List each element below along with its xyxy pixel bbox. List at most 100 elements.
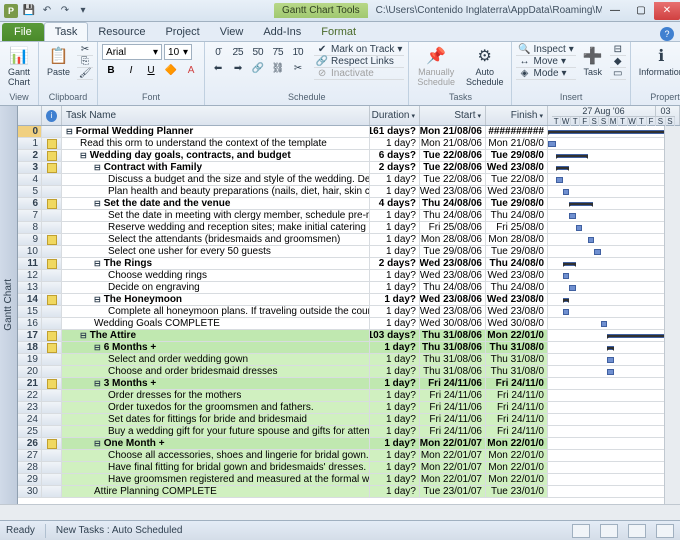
- task-bar[interactable]: [576, 225, 583, 231]
- row-id[interactable]: 26: [18, 438, 42, 449]
- row-finish[interactable]: Tue 29/08/0: [486, 198, 548, 209]
- task-row[interactable]: 19Select and order wedding gown1 day?Thu…: [18, 354, 680, 366]
- row-finish[interactable]: Mon 22/01/0: [486, 330, 548, 341]
- row-finish[interactable]: Mon 22/01/0: [486, 450, 548, 461]
- row-duration[interactable]: 2 days?: [370, 162, 420, 173]
- row-name[interactable]: Discuss a budget and the size and style …: [62, 174, 370, 185]
- collapse-icon[interactable]: ⊟: [94, 199, 101, 208]
- underline-button[interactable]: U: [142, 62, 160, 78]
- row-id[interactable]: 2: [18, 150, 42, 161]
- row-finish[interactable]: Fri 24/11/0: [486, 378, 548, 389]
- task-row[interactable]: 17⊟The Attire103 days?Thu 31/08/06Mon 22…: [18, 330, 680, 342]
- task-row[interactable]: 2⊟Wedding day goals, contracts, and budg…: [18, 150, 680, 162]
- task-row[interactable]: 18⊟6 Months +1 day?Thu 31/08/06Thu 31/08…: [18, 342, 680, 354]
- row-id[interactable]: 24: [18, 414, 42, 425]
- row-name[interactable]: Choose wedding rings: [62, 270, 370, 281]
- row-id[interactable]: 0: [18, 126, 42, 137]
- row-start[interactable]: Fri 24/11/06: [420, 390, 486, 401]
- row-finish[interactable]: Mon 22/01/0: [486, 438, 548, 449]
- row-duration[interactable]: 1 day?: [370, 318, 420, 329]
- row-start[interactable]: Mon 22/01/07: [420, 462, 486, 473]
- outdent-button[interactable]: ⬅: [209, 60, 227, 76]
- col-start[interactable]: Start▾: [420, 106, 486, 125]
- row-start[interactable]: Tue 22/08/06: [420, 150, 486, 161]
- task-bar[interactable]: [594, 249, 601, 255]
- row-duration[interactable]: 1 day?: [370, 270, 420, 281]
- row-id[interactable]: 12: [18, 270, 42, 281]
- row-name[interactable]: Attire Planning COMPLETE: [62, 486, 370, 497]
- milestone-button[interactable]: ◆: [610, 56, 626, 68]
- collapse-icon[interactable]: ⊟: [94, 163, 101, 172]
- task-row[interactable]: 11⊟The Rings2 days?Wed 23/08/06Thu 24/08…: [18, 258, 680, 270]
- task-row[interactable]: 14⊟The Honeymoon1 day?Wed 23/08/06Wed 23…: [18, 294, 680, 306]
- row-name[interactable]: ⊟The Honeymoon: [62, 294, 370, 305]
- row-id[interactable]: 11: [18, 258, 42, 269]
- row-start[interactable]: Tue 23/01/07: [420, 486, 486, 497]
- collapse-icon[interactable]: ⊟: [94, 379, 101, 388]
- row-start[interactable]: Wed 23/08/06: [420, 294, 486, 305]
- row-name[interactable]: Choose and order bridesmaid dresses: [62, 366, 370, 377]
- row-start[interactable]: Wed 23/08/06: [420, 306, 486, 317]
- summary-button[interactable]: ⊟: [610, 44, 626, 56]
- row-duration[interactable]: 1 day?: [370, 354, 420, 365]
- row-name[interactable]: ⊟Contract with Family: [62, 162, 370, 173]
- row-name[interactable]: Buy a wedding gift for your future spous…: [62, 426, 370, 437]
- pct-0-button[interactable]: 0̄: [209, 44, 227, 60]
- copy-button[interactable]: ⎘: [77, 56, 93, 68]
- unlink-button[interactable]: ⛓: [269, 60, 287, 76]
- row-start[interactable]: Thu 31/08/06: [420, 330, 486, 341]
- undo-icon[interactable]: ↶: [40, 4, 54, 18]
- row-duration[interactable]: 1 day?: [370, 210, 420, 221]
- row-id[interactable]: 8: [18, 222, 42, 233]
- row-id[interactable]: 1: [18, 138, 42, 149]
- row-duration[interactable]: 1 day?: [370, 282, 420, 293]
- row-finish[interactable]: Thu 31/08/0: [486, 354, 548, 365]
- row-id[interactable]: 15: [18, 306, 42, 317]
- inspect-button[interactable]: 🔍Inspect ▾: [516, 44, 575, 56]
- task-row[interactable]: 9Select the attendants (bridesmaids and …: [18, 234, 680, 246]
- row-name[interactable]: Order tuxedos for the groomsmen and fath…: [62, 402, 370, 413]
- indent-button[interactable]: ➡: [229, 60, 247, 76]
- row-duration[interactable]: 1 day?: [370, 390, 420, 401]
- summary-bar[interactable]: [556, 154, 588, 158]
- row-name[interactable]: ⊟Set the date and the venue: [62, 198, 370, 209]
- row-finish[interactable]: Fri 24/11/0: [486, 426, 548, 437]
- font-name-select[interactable]: Arial▾: [102, 44, 162, 60]
- row-duration[interactable]: 2 days?: [370, 258, 420, 269]
- row-start[interactable]: Mon 22/01/07: [420, 438, 486, 449]
- task-row[interactable]: 6⊟Set the date and the venue4 days?Thu 2…: [18, 198, 680, 210]
- row-finish[interactable]: Thu 24/08/0: [486, 258, 548, 269]
- task-row[interactable]: 21⊟3 Months +1 day?Fri 24/11/06Fri 24/11…: [18, 378, 680, 390]
- row-duration[interactable]: 161 days?: [370, 126, 420, 137]
- row-id[interactable]: 25: [18, 426, 42, 437]
- task-bar[interactable]: [563, 309, 570, 315]
- file-tab[interactable]: File: [2, 23, 44, 41]
- row-id[interactable]: 9: [18, 234, 42, 245]
- pct-25-button[interactable]: 2̄5: [229, 44, 247, 60]
- row-name[interactable]: Plan health and beauty preparations (nai…: [62, 186, 370, 197]
- inactivate-button[interactable]: ⊘Inactivate: [314, 68, 404, 80]
- col-indicators[interactable]: i: [42, 106, 62, 125]
- row-start[interactable]: Wed 23/08/06: [420, 270, 486, 281]
- row-id[interactable]: 30: [18, 486, 42, 497]
- help-icon[interactable]: ?: [660, 27, 674, 41]
- task-row[interactable]: 12 Choose wedding rings1 day?Wed 23/08/06…: [18, 270, 680, 282]
- task-row[interactable]: 5Plan health and beauty preparations (na…: [18, 186, 680, 198]
- row-start[interactable]: Wed 23/08/06: [420, 186, 486, 197]
- row-name[interactable]: Set dates for fittings for bride and bri…: [62, 414, 370, 425]
- row-finish[interactable]: Mon 22/01/0: [486, 474, 548, 485]
- row-id[interactable]: 7: [18, 210, 42, 221]
- task-row[interactable]: 24 Set dates for fittings for bride and b…: [18, 414, 680, 426]
- row-duration[interactable]: 1 day?: [370, 426, 420, 437]
- task-rows[interactable]: 0⊟Formal Wedding Planner161 days?Mon 21/…: [18, 126, 680, 504]
- row-finish[interactable]: Tue 29/08/0: [486, 246, 548, 257]
- task-bar[interactable]: [556, 177, 563, 183]
- row-finish[interactable]: Thu 31/08/0: [486, 366, 548, 377]
- row-duration[interactable]: 1 day?: [370, 342, 420, 353]
- italic-button[interactable]: I: [122, 62, 140, 78]
- col-duration[interactable]: Duration▾: [370, 106, 420, 125]
- cut-button[interactable]: ✂: [77, 44, 93, 56]
- row-finish[interactable]: Fri 24/11/0: [486, 414, 548, 425]
- redo-icon[interactable]: ↷: [58, 4, 72, 18]
- mark-on-track-button[interactable]: ✔Mark on Track ▾: [314, 44, 404, 56]
